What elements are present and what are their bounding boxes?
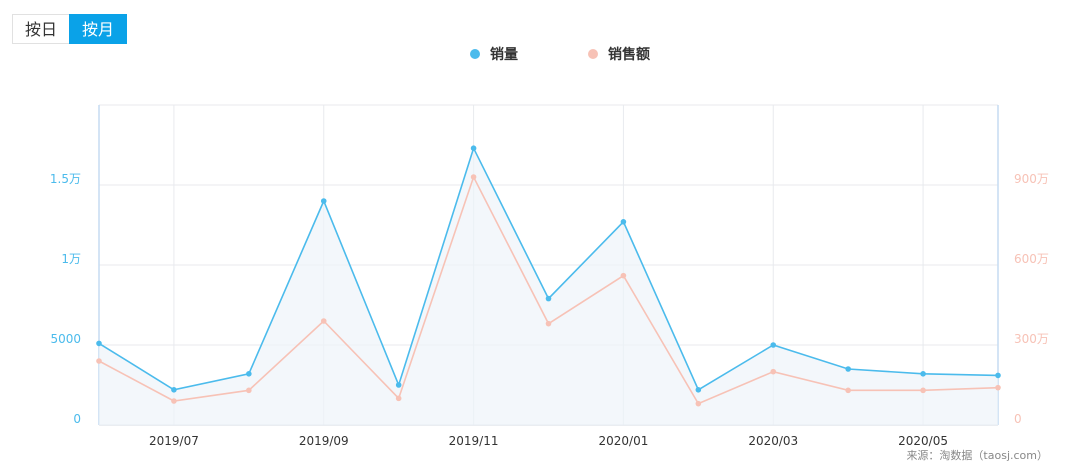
data-point-sales-amount: [320, 318, 327, 324]
data-point-sales-amount: [920, 387, 926, 394]
y-right-tick-label: 600万: [1014, 252, 1049, 266]
data-point-sales-amount: [545, 320, 552, 327]
x-tick-label: 2020/01: [598, 434, 648, 448]
data-point-sales-amount: [395, 395, 402, 402]
data-point-sales-amount: [770, 368, 777, 375]
data-point-sales-volume: [246, 371, 252, 377]
source-note: 来源：淘数据（taosj.com）: [906, 449, 1048, 462]
y-left-tick-label: 1.5万: [50, 172, 81, 186]
data-point-sales-amount: [171, 398, 177, 404]
data-point-sales-volume: [995, 372, 1001, 379]
data-point-sales-volume: [395, 382, 402, 388]
y-right-tick-label: 900万: [1014, 172, 1049, 186]
data-point-sales-amount: [995, 384, 1001, 391]
data-point-sales-volume: [695, 387, 702, 393]
data-point-sales-volume: [320, 198, 327, 204]
sales-line-chart: 0 5000 1万 1.5万 0 300万 600万 900万 2019/07 2019/09 20…: [50, 104, 1049, 448]
data-point-sales-volume: [470, 145, 477, 151]
data-point-sales-amount: [96, 358, 102, 364]
data-point-sales-amount: [845, 387, 851, 394]
data-point-sales-volume: [171, 387, 177, 393]
data-point-sales-amount: [695, 400, 702, 407]
data-point-sales-volume: [920, 371, 926, 377]
data-point-sales-volume: [845, 366, 851, 372]
x-tick-label: 2019/09: [299, 434, 349, 448]
data-point-sales-volume: [545, 295, 552, 302]
y-left-tick-label: 5000: [50, 332, 81, 346]
x-tick-label: 2020/03: [748, 434, 798, 448]
data-point-sales-amount: [246, 387, 252, 394]
x-tick-label: 2019/11: [449, 434, 499, 448]
y-right-tick-label: 0: [1014, 412, 1022, 426]
data-point-sales-volume: [620, 219, 627, 225]
x-tick-label: 2020/05: [898, 434, 948, 448]
series-area-sales-volume: [99, 148, 998, 425]
data-point-sales-volume: [96, 340, 102, 347]
y-left-tick-label: 0: [73, 412, 81, 426]
y-left-tick-label: 1万: [61, 252, 81, 266]
data-point-sales-amount: [470, 174, 477, 180]
x-tick-label: 2019/07: [149, 434, 199, 448]
data-point-sales-amount: [620, 272, 627, 279]
data-point-sales-volume: [770, 342, 777, 348]
y-right-tick-label: 300万: [1014, 332, 1049, 346]
